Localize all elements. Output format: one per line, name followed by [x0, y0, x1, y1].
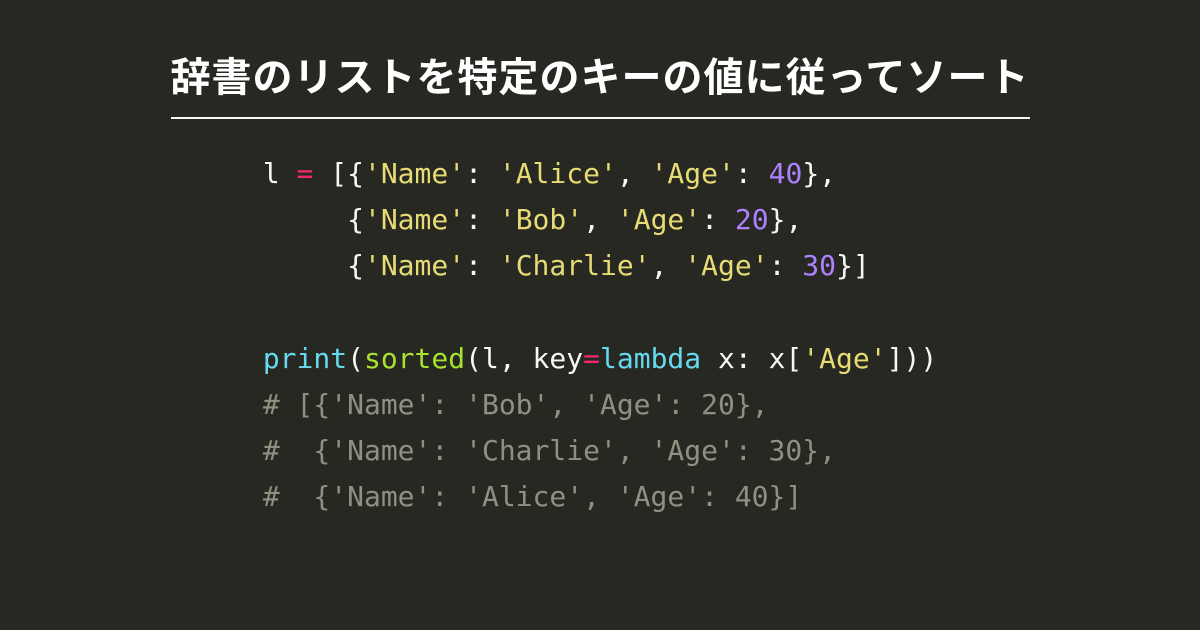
code-token: (l, key: [465, 342, 583, 375]
code-token: [{: [313, 157, 364, 190]
code-token: =: [297, 157, 314, 190]
code-token: :: [735, 157, 769, 190]
code-comment: # {'Name': 'Alice', 'Age': 40}]: [263, 480, 802, 513]
code-comment: # [{'Name': 'Bob', 'Age': 20},: [263, 388, 769, 421]
code-token: (: [347, 342, 364, 375]
code-token: },: [802, 157, 836, 190]
code-token: ,: [651, 249, 685, 282]
code-token: 'Age': [684, 249, 768, 282]
code-token: [280, 157, 297, 190]
code-token: 20: [735, 203, 769, 236]
code-comment: # {'Name': 'Charlie', 'Age': 30},: [263, 434, 836, 467]
code-token: sorted: [364, 342, 465, 375]
code-token: :: [701, 203, 735, 236]
code-token: 30: [802, 249, 836, 282]
code-token: :: [769, 249, 803, 282]
code-token: },: [769, 203, 803, 236]
code-token: 'Age': [802, 342, 886, 375]
code-token: x: x[: [701, 342, 802, 375]
code-token: print: [263, 342, 347, 375]
code-token: {: [263, 249, 364, 282]
code-block: l = [{'Name': 'Alice', 'Age': 40}, {'Nam…: [263, 151, 937, 521]
code-token: 'Age': [617, 203, 701, 236]
code-token: l: [263, 157, 280, 190]
code-token: 'Bob': [499, 203, 583, 236]
code-token: 'Alice': [499, 157, 617, 190]
code-token: :: [465, 157, 499, 190]
code-token: }]: [836, 249, 870, 282]
code-token: 'Name': [364, 249, 465, 282]
title-heading: 辞書のリストを特定のキーの値に従ってソート: [171, 45, 1030, 119]
code-token: 40: [769, 157, 803, 190]
code-token: ,: [583, 203, 617, 236]
code-token: =: [583, 342, 600, 375]
code-token: {: [263, 203, 364, 236]
code-token: 'Name': [364, 157, 465, 190]
code-token: 'Name': [364, 203, 465, 236]
code-token: 'Age': [651, 157, 735, 190]
code-token: lambda: [600, 342, 701, 375]
code-token: ,: [617, 157, 651, 190]
code-token: :: [465, 203, 499, 236]
code-token: :: [465, 249, 499, 282]
code-token: 'Charlie': [499, 249, 651, 282]
code-token: ])): [887, 342, 938, 375]
